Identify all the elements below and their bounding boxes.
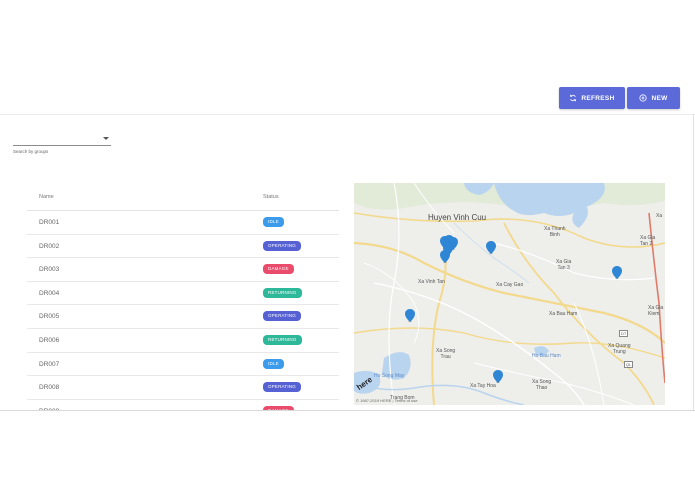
map-label-xa-gia-tan2: Xa Gia Tan 2 — [640, 235, 656, 247]
map-base — [354, 183, 665, 405]
map-label-xa-thanh-binh: Xa Thanh Binh — [544, 226, 566, 238]
drone-name: DR004 — [39, 289, 60, 297]
table-row[interactable]: DR002 OPERATING — [27, 235, 339, 259]
road-shield: DT — [619, 330, 629, 337]
road-shield: QL — [624, 361, 634, 368]
refresh-icon — [570, 94, 577, 102]
status-badge: OPERATING — [263, 382, 301, 393]
add-circle-icon — [639, 94, 648, 102]
table-row[interactable]: DR008 OPERATING — [27, 376, 339, 400]
table-row[interactable]: DR007 IDLE — [27, 353, 339, 377]
status-badge: RETURNING — [263, 334, 302, 345]
new-label: NEW — [651, 94, 668, 102]
status-badge: OPERATING — [263, 311, 301, 322]
drone-name: DR002 — [39, 242, 60, 250]
map-label-xa-vinh-tan: Xa Vinh Tan — [418, 279, 445, 285]
table-row[interactable]: DR005 OPERATING — [27, 305, 339, 329]
panel-border — [693, 114, 694, 410]
refresh-label: REFRESH — [581, 94, 615, 102]
map-label-ho-song-may: Ho Song May — [374, 373, 405, 379]
column-header-name[interactable]: Name — [39, 194, 54, 200]
map-pin-icon[interactable] — [493, 370, 503, 384]
map-pin-icon[interactable] — [405, 309, 415, 323]
bottom-divider — [0, 410, 695, 411]
map-label-huyen-vinh-cuu: Huyen Vinh Cuu — [428, 213, 487, 222]
map-label-xa-gia-tan3: Xa Gia Tan 3 — [556, 259, 572, 271]
toolbar-divider — [0, 114, 695, 115]
table-body: DR001 IDLE DR002 OPERATING DR003 DAMAGE DR004 R… — [27, 211, 339, 410]
drone-name: DR006 — [39, 336, 60, 344]
map-label-xa-song-thao: Xa Song Thao — [532, 379, 552, 391]
table-row[interactable]: DR001 IDLE — [27, 211, 339, 235]
map-pin-icon[interactable] — [486, 241, 496, 255]
drone-table: Name Status DR001 IDLE DR002 OPERATING DR003… — [27, 186, 339, 410]
group-select-hint: Search by groups — [13, 149, 49, 154]
map-label-ho-bau-ham: Ho Bau Ham — [532, 353, 561, 359]
table-row[interactable]: DR004 RETURNING — [27, 282, 339, 306]
table-header: Name Status — [27, 186, 339, 211]
group-select[interactable] — [13, 131, 111, 146]
status-badge: DAMAGE — [263, 264, 294, 275]
new-button[interactable]: NEW — [627, 87, 680, 109]
status-badge: IDLE — [263, 217, 284, 227]
table-row[interactable]: DR003 DAMAGE — [27, 258, 339, 282]
map-label-xa-quang-trung: Xa Quang Trung — [608, 343, 631, 355]
map-label-xa: Xa — [656, 213, 663, 219]
refresh-button[interactable]: REFRESH — [559, 87, 625, 109]
drone-name: DR008 — [39, 384, 60, 392]
map-pin-icon[interactable] — [612, 266, 622, 280]
map-label-xa-cay-gao: Xa Cay Gao — [496, 282, 524, 288]
drone-name: DR005 — [39, 313, 60, 321]
map-pin-icon[interactable] — [440, 250, 450, 264]
status-badge: RETURNING — [263, 287, 302, 298]
map-label-xa-gia-kiem: Xa Gia Kiem — [648, 305, 664, 317]
map-label-xa-bau-ham: Xa Bau Ham — [549, 311, 578, 317]
table-row[interactable]: DR006 RETURNING — [27, 329, 339, 353]
map-attribution[interactable]: © 1987-2019 HERE | Terms of use — [356, 398, 418, 403]
drone-name: DR003 — [39, 266, 60, 274]
map-label-xa-tay-hoa: Xa Tay Hoa — [470, 383, 496, 389]
status-badge: IDLE — [263, 358, 284, 369]
column-header-status[interactable]: Status — [263, 194, 279, 200]
status-badge: OPERATING — [263, 240, 301, 251]
chevron-down-icon[interactable] — [103, 137, 109, 140]
map-label-xa-song-trau: Xa Song Trau — [436, 348, 456, 360]
drone-dashboard: REFRESH NEW Search by groups Name Status… — [0, 0, 695, 494]
drone-name: DR007 — [39, 360, 60, 368]
map-view[interactable]: Huyen Vinh Cuu Xa Thanh Binh Xa Gia Tan … — [354, 183, 665, 405]
table-row[interactable]: DR009DAMAGE — [27, 400, 339, 410]
drone-name: DR001 — [39, 219, 60, 226]
